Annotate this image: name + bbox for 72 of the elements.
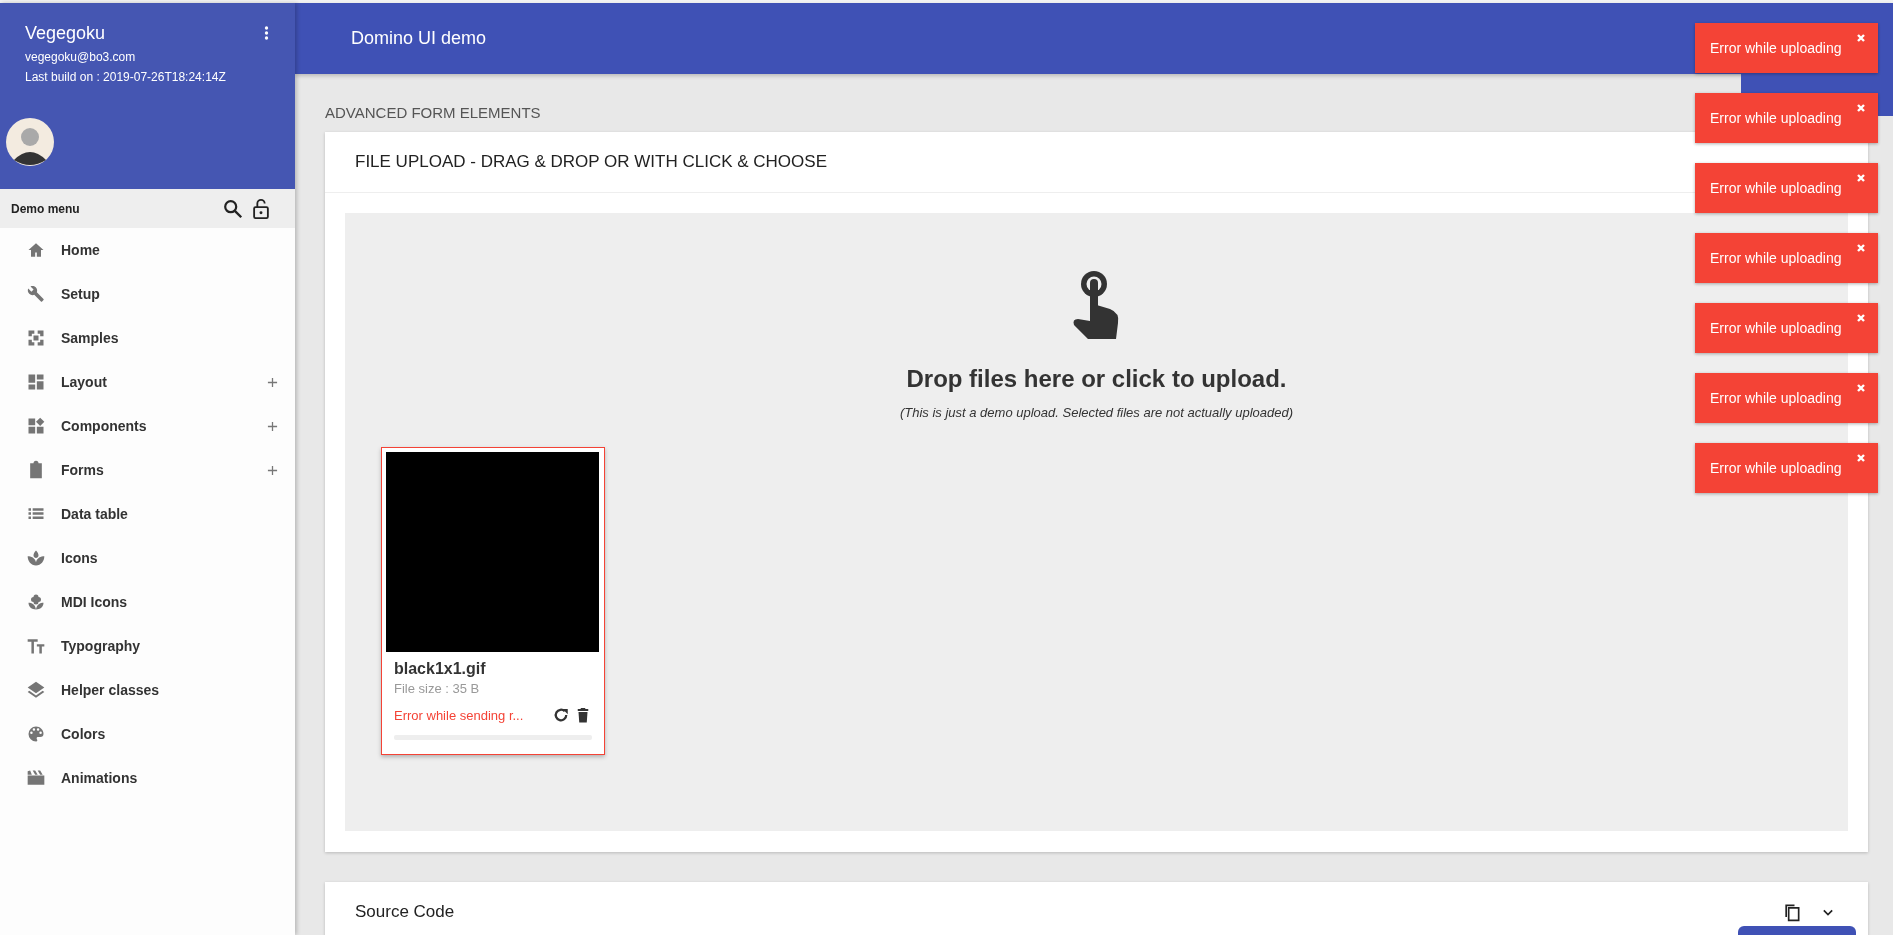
copy-icon[interactable]: [1782, 902, 1802, 922]
toast-message: Error while uploading: [1710, 40, 1842, 56]
status-message: Error while sending r...: [394, 707, 525, 723]
menu-label: Setup: [61, 286, 101, 302]
menu-item[interactable]: Forms: [0, 448, 295, 492]
file-name: black1x1.gif: [394, 660, 487, 678]
close-icon[interactable]: [1856, 173, 1866, 183]
retry-icon[interactable]: [552, 706, 570, 724]
plus-icon[interactable]: [267, 376, 278, 388]
clapperboard-icon: [26, 768, 46, 788]
card-title: Source Code: [355, 902, 455, 922]
close-icon[interactable]: [1856, 33, 1866, 43]
menu-item[interactable]: Icons: [0, 536, 295, 580]
menu-label: Home: [61, 242, 101, 258]
menu-item[interactable]: Typography: [0, 624, 295, 668]
search-icon[interactable]: [222, 197, 244, 220]
section-title: ADVANCED FORM ELEMENTS: [325, 103, 541, 123]
menu-item[interactable]: Components: [0, 404, 295, 448]
plus-icon[interactable]: [267, 420, 278, 432]
menu-label: Colors: [61, 726, 107, 742]
toast-message: Error while uploading: [1710, 460, 1842, 476]
menu-label: Animations: [61, 770, 139, 786]
menu-label: Components: [61, 418, 148, 434]
build-info: Last build on : 2019-07-26T18:24:14Z: [25, 70, 226, 84]
card-title: FILE UPLOAD - DRAG & DROP OR WITH CLICK & CHOOSE: [355, 152, 827, 172]
app-title: Domino UI demo: [351, 28, 487, 49]
menu-label: MDI Icons: [61, 594, 129, 610]
close-icon[interactable]: [1856, 383, 1866, 393]
unlock-icon[interactable]: [250, 197, 272, 220]
layers-icon: [26, 680, 46, 700]
file-size: File size : 35 B: [394, 681, 481, 696]
dashboard-icon: [26, 372, 46, 392]
palette-icon: [26, 724, 46, 744]
menu-label: Typography: [61, 638, 142, 654]
plus-icon[interactable]: [267, 464, 278, 476]
wrench-icon: [26, 284, 46, 304]
drop-note: (This is just a demo upload. Selected files are not actually uploaded): [899, 405, 1294, 420]
menu-label: Layout: [61, 374, 108, 390]
drop-title: Drop files here or click to upload.: [906, 365, 1287, 393]
menu-label: Forms: [61, 462, 105, 478]
menu-item[interactable]: Samples: [0, 316, 295, 360]
menu-item[interactable]: Animations: [0, 756, 295, 800]
menu-item[interactable]: MDI Icons: [0, 580, 295, 624]
user-email: vegegoku@bo3.com: [25, 50, 137, 64]
text-size-icon: [26, 636, 46, 656]
more-icon[interactable]: [264, 25, 269, 41]
close-icon[interactable]: [1856, 103, 1866, 113]
toast-message: Error while uploading: [1710, 180, 1842, 196]
toast-message: Error while uploading: [1710, 110, 1842, 126]
menu-label: Icons: [61, 550, 99, 566]
toast-message: Error while uploading: [1710, 250, 1842, 266]
menu-label: Samples: [61, 330, 120, 346]
menu-item[interactable]: Setup: [0, 272, 295, 316]
avatar: [6, 118, 54, 166]
close-icon[interactable]: [1856, 453, 1866, 463]
frame-icon: [26, 328, 46, 348]
user-name: Vegegoku: [25, 23, 107, 44]
widgets-icon: [26, 416, 46, 436]
lotus-icon: [26, 548, 46, 568]
flower-icon: [26, 592, 46, 612]
menu-item[interactable]: Home: [0, 228, 295, 272]
menu-item[interactable]: Data table: [0, 492, 295, 536]
close-icon[interactable]: [1856, 243, 1866, 253]
menu-label: Helper classes: [61, 682, 161, 698]
close-icon[interactable]: [1856, 313, 1866, 323]
toast-message: Error while uploading: [1710, 390, 1842, 406]
menu-title: Demo menu: [11, 201, 81, 216]
menu-item[interactable]: Colors: [0, 712, 295, 756]
toast-message: Error while uploading: [1710, 320, 1842, 336]
menu-item[interactable]: Helper classes: [0, 668, 295, 712]
menu-item[interactable]: Layout: [0, 360, 295, 404]
menu-label: Data table: [61, 506, 129, 522]
